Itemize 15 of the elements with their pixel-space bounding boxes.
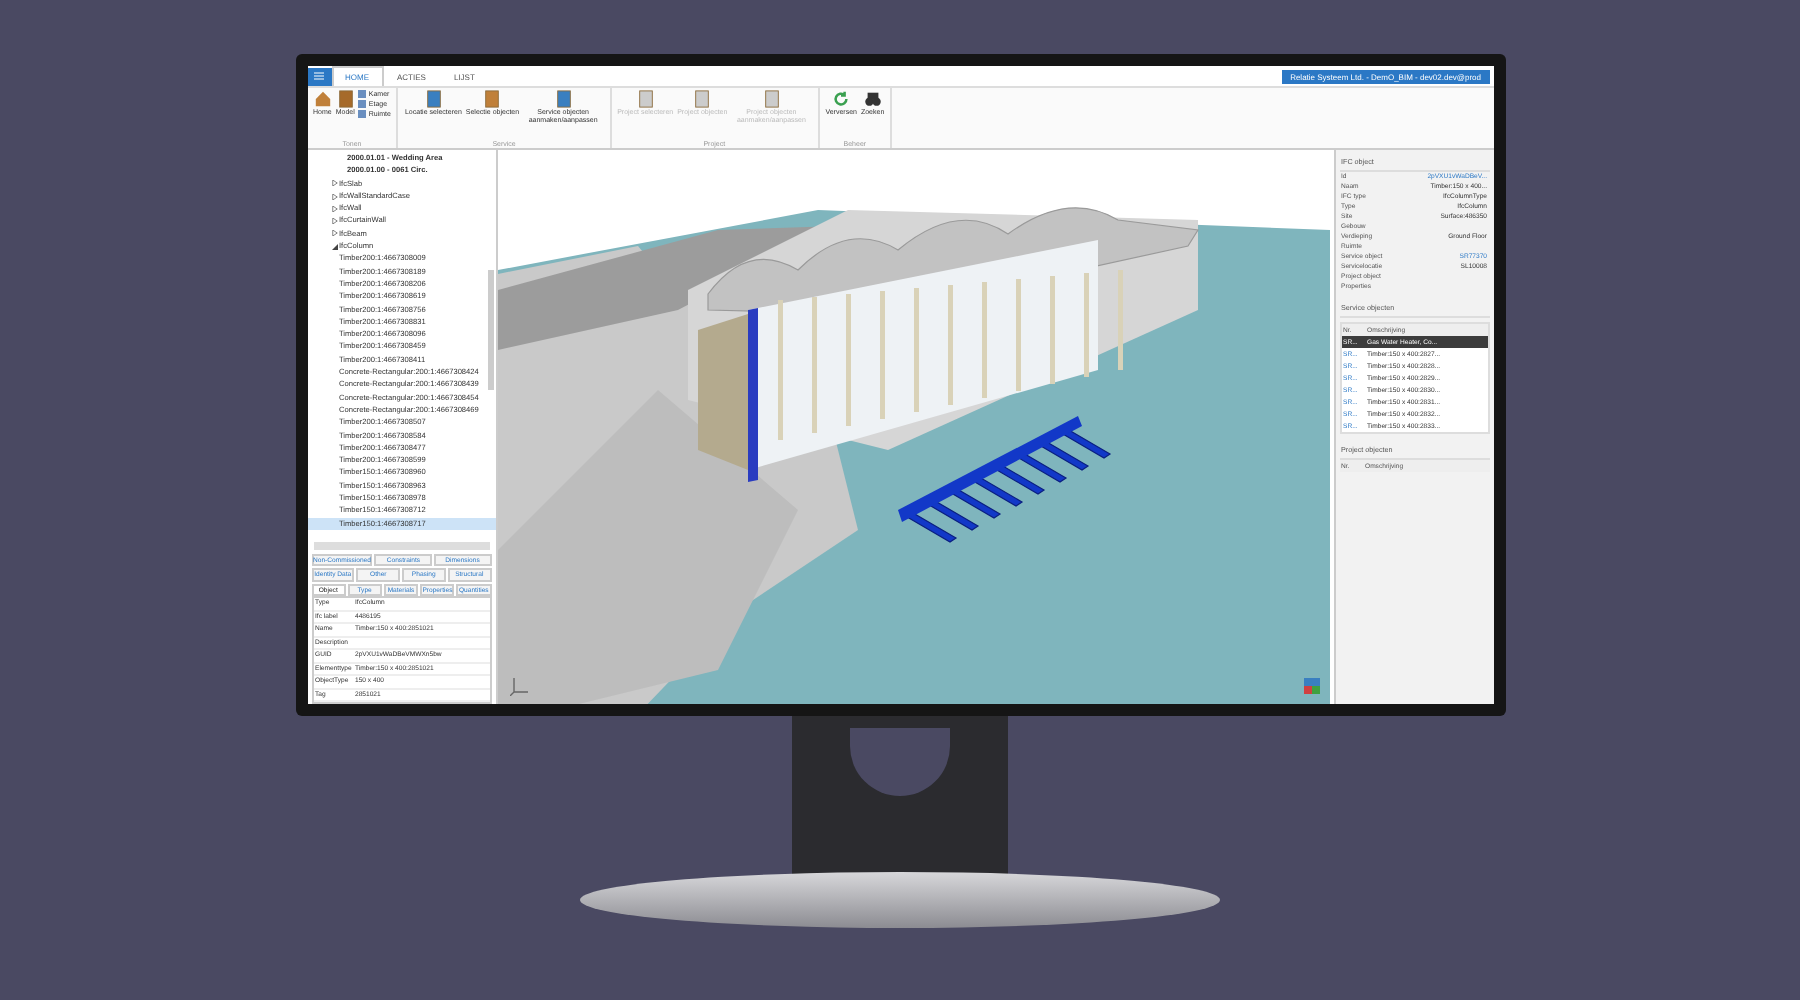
refresh-icon bbox=[832, 90, 851, 108]
expand-arrow-icon[interactable] bbox=[331, 193, 337, 200]
expand-arrow-icon[interactable] bbox=[331, 218, 337, 225]
file-menu-button[interactable] bbox=[307, 67, 331, 85]
document-icon bbox=[337, 90, 354, 108]
expand-arrow-icon[interactable] bbox=[331, 180, 337, 187]
document-icon bbox=[425, 90, 442, 108]
collapse-arrow-icon[interactable] bbox=[331, 243, 337, 250]
document-icon bbox=[555, 90, 572, 108]
expand-arrow-icon[interactable] bbox=[331, 230, 337, 237]
expand-arrow-icon[interactable] bbox=[331, 205, 337, 212]
axis-icon bbox=[509, 676, 529, 696]
menu-icon bbox=[314, 72, 324, 80]
document-icon bbox=[484, 90, 501, 108]
binoculars-icon bbox=[863, 90, 882, 108]
